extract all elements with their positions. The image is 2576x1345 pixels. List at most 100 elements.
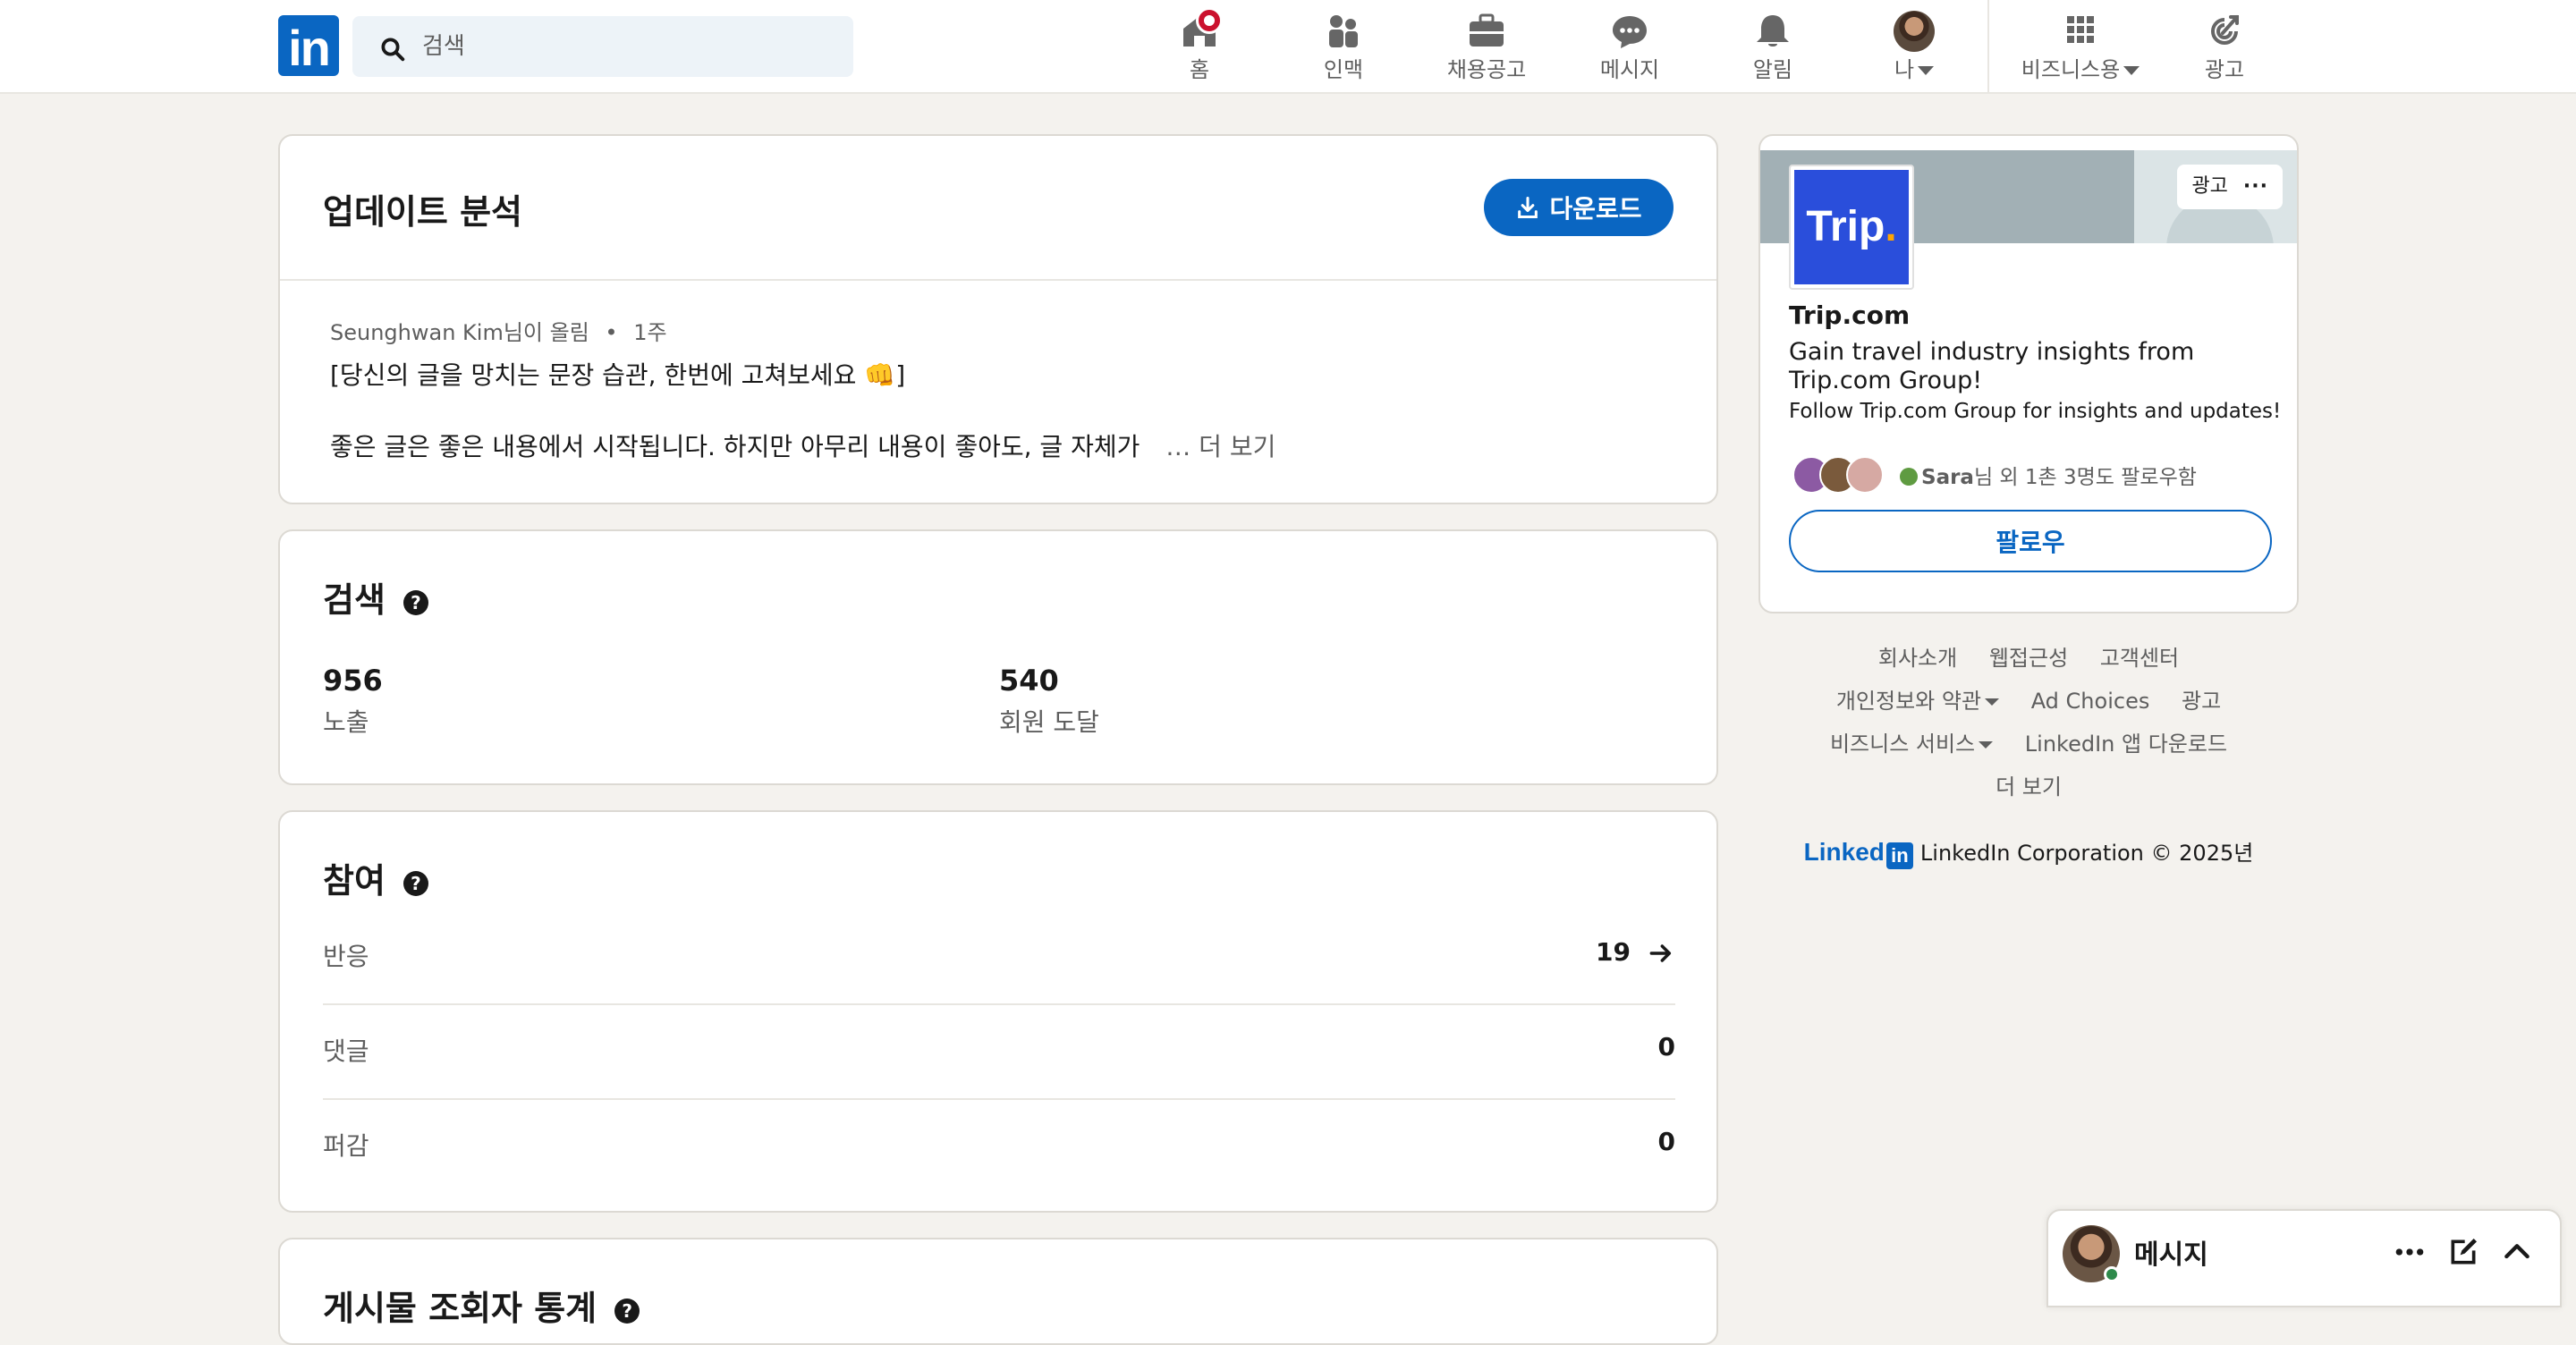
impressions-value: 956 xyxy=(323,664,383,698)
nav-me[interactable]: 나 xyxy=(1885,11,1943,84)
reposts-row: 퍼감 0 xyxy=(323,1100,1675,1195)
me-avatar-wrap xyxy=(1893,11,1936,52)
nav-label-with-caret: 나 xyxy=(1885,52,1943,83)
nav-notifications[interactable]: 알림 xyxy=(1751,11,1794,84)
section-title: 게시물 조회자 통계? xyxy=(323,1281,640,1330)
footer-link-business[interactable]: 비즈니스 서비스 xyxy=(1829,732,1994,757)
ad-tag-text: 광고 xyxy=(2191,175,2228,198)
footer-row: 개인정보와 약관 Ad Choices 광고 xyxy=(1758,683,2299,726)
author-name[interactable]: Seunghwan Kim xyxy=(330,320,504,345)
nav-network[interactable]: 인맥 xyxy=(1313,11,1374,84)
footer-link-help[interactable]: 고객센터 xyxy=(2100,646,2179,671)
linkedin-logo[interactable]: in xyxy=(278,15,339,76)
reactions-row[interactable]: 반응 19 xyxy=(323,910,1675,1005)
footer-link-label: 비즈니스 서비스 xyxy=(1829,732,1976,757)
messaging-title: 메시지 xyxy=(2134,1239,2208,1271)
more-options-icon[interactable] xyxy=(2392,1234,2428,1270)
footer-links: 회사소개 웹접근성 고객센터 개인정보와 약관 Ad Choices 광고 비즈… xyxy=(1758,640,2299,812)
footer-link-privacy[interactable]: 개인정보와 약관 xyxy=(1835,689,2000,714)
divider xyxy=(280,279,1716,281)
download-button[interactable]: 다운로드 xyxy=(1484,179,1674,236)
footer-link-accessibility[interactable]: 웹접근성 xyxy=(1989,646,2068,671)
linkedin-logo-small: in xyxy=(1885,842,1913,869)
status-dot xyxy=(1900,468,1918,486)
follower-info: Sara님 외 1촌 3명도 팔로우함 xyxy=(1792,454,2197,495)
section-title: 검색? xyxy=(323,572,428,622)
chevron-down-icon xyxy=(1918,66,1935,75)
nav-divider xyxy=(1987,0,1989,93)
row-value: 0 xyxy=(1657,1032,1675,1062)
nav-label: 채용공고 xyxy=(1446,57,1527,82)
home-icon xyxy=(1178,7,1223,50)
nav-label: 알림 xyxy=(1752,57,1793,82)
follower-suffix: 님 외 1촌 3명도 팔로우함 xyxy=(1973,466,2197,489)
company-name[interactable]: Trip.com xyxy=(1789,300,1910,330)
help-icon[interactable]: ? xyxy=(402,589,428,615)
impressions-label: 노출 xyxy=(323,707,369,737)
company-logo[interactable]: Trip. xyxy=(1789,165,1914,290)
reach-label: 회원 도달 xyxy=(999,707,1099,737)
avatar xyxy=(1894,11,1935,52)
search-input[interactable] xyxy=(422,29,816,64)
download-label: 다운로드 xyxy=(1549,194,1642,224)
top-nav: in 홈 인맥 xyxy=(0,0,2576,94)
advertise-icon xyxy=(2203,11,2246,50)
footer-link-about[interactable]: 회사소개 xyxy=(1878,646,1957,671)
nav-advertise[interactable]: 광고 xyxy=(2202,11,2247,84)
search-icon xyxy=(381,38,405,62)
nav-for-business[interactable]: 비즈니스용 xyxy=(2018,11,2143,84)
row-label: 퍼감 xyxy=(323,1131,369,1161)
avatar xyxy=(1846,456,1884,494)
online-status-dot xyxy=(2104,1266,2120,1282)
bell-icon xyxy=(1751,11,1794,50)
help-icon[interactable]: ? xyxy=(402,870,428,896)
chevron-up-icon[interactable] xyxy=(2499,1234,2535,1270)
ad-label[interactable]: 광고 ··· xyxy=(2177,165,2283,209)
more-options-icon[interactable]: ··· xyxy=(2243,175,2268,198)
nav-label: 홈 xyxy=(1189,57,1210,82)
follow-button[interactable]: 팔로우 xyxy=(1789,510,2272,572)
post-excerpt: 좋은 글은 좋은 내용에서 시작됩니다. 하지만 아무리 내용이 좋아도, 글 … xyxy=(330,432,1140,461)
post-title: [당신의 글을 망치는 문장 습관, 한번에 고쳐보세요 👊] xyxy=(330,360,906,390)
arrow-right-icon[interactable] xyxy=(1647,939,1675,968)
engagement-card: 참여? 반응 19 댓글 0 퍼감 0 xyxy=(278,810,1718,1213)
section-title: 참여? xyxy=(323,853,428,902)
followers-text: Sara님 외 1촌 3명도 팔로우함 xyxy=(1900,460,2197,490)
row-value: 0 xyxy=(1657,1127,1675,1156)
nav-label: 비즈니스용 xyxy=(2021,57,2121,82)
footer-link-app[interactable]: LinkedIn 앱 다운로드 xyxy=(2025,732,2227,757)
ad-card: 광고 ··· Trip. Trip.com Gain travel indust… xyxy=(1758,134,2299,613)
help-icon[interactable]: ? xyxy=(614,1298,640,1324)
see-more-link[interactable]: … 더 보기 xyxy=(1165,432,1275,461)
comments-row: 댓글 0 xyxy=(323,1005,1675,1100)
follower-name: Sara xyxy=(1921,466,1974,489)
messaging-dock[interactable]: 메시지 xyxy=(2046,1209,2562,1307)
post-time: 1주 xyxy=(633,320,667,345)
section-title-text: 참여 xyxy=(323,861,386,901)
network-icon xyxy=(1322,11,1365,50)
separator: • xyxy=(605,320,618,345)
footer-link-advertising[interactable]: 광고 xyxy=(2182,689,2221,714)
nav-jobs[interactable]: 채용공고 xyxy=(1442,11,1531,84)
chevron-down-icon xyxy=(2123,66,2140,75)
chevron-down-icon xyxy=(1985,698,2000,706)
ad-body: Follow Trip.com Group for insights and u… xyxy=(1789,400,2282,423)
footer-row: 비즈니스 서비스 LinkedIn 앱 다운로드 xyxy=(1758,726,2299,769)
messaging-icon xyxy=(1608,11,1651,50)
footer-link-adchoices[interactable]: Ad Choices xyxy=(2031,689,2150,714)
download-icon xyxy=(1518,196,1538,219)
page-title: 업데이트 분석 xyxy=(323,192,522,232)
footer-row: 더 보기 xyxy=(1758,769,2299,812)
nav-messaging[interactable]: 메시지 xyxy=(1597,11,1662,84)
search-box[interactable] xyxy=(352,16,853,77)
nav-label: 인맥 xyxy=(1323,57,1364,82)
post-meta: Seunghwan Kim님이 올림 • 1주 xyxy=(330,315,667,346)
footer-brand: Linked in LinkedIn Corporation © 2025년 xyxy=(1758,835,2299,869)
logo-text: Trip xyxy=(1806,203,1885,250)
post-excerpt-line: 좋은 글은 좋은 내용에서 시작됩니다. 하지만 아무리 내용이 좋아도, 글 … xyxy=(330,427,1275,463)
footer-link-label: 개인정보와 약관 xyxy=(1835,689,1982,714)
search-stats-card: 검색? 956 노출 540 회원 도달 xyxy=(278,529,1718,785)
nav-home[interactable]: 홈 xyxy=(1172,7,1227,84)
compose-icon[interactable] xyxy=(2445,1234,2481,1270)
footer-link-more[interactable]: 더 보기 xyxy=(1996,774,2062,799)
